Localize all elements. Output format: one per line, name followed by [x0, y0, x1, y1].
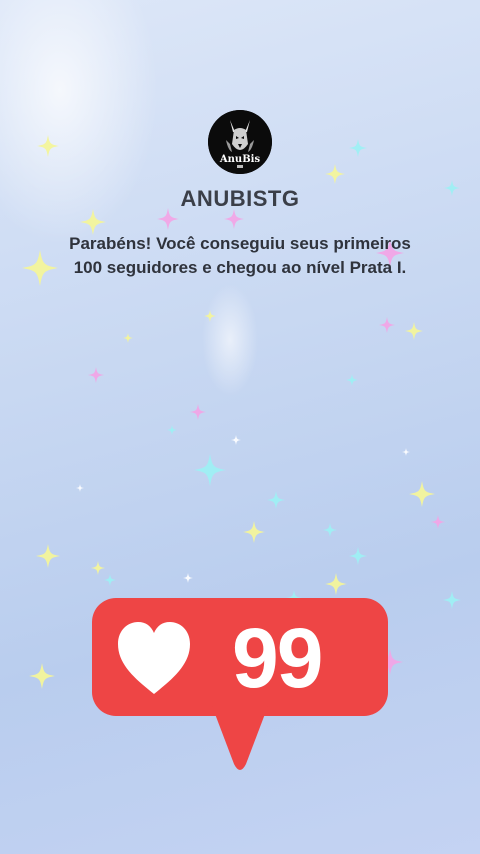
bubble-tail [212, 706, 268, 770]
avatar[interactable]: AnuBis [208, 110, 272, 174]
username: ANUBISTG [180, 186, 300, 211]
level-message: Parabéns! Você conseguiu seus primeiros … [69, 234, 411, 277]
anubis-logo-icon: AnuBis [208, 110, 272, 174]
like-count: 99 [232, 611, 323, 705]
heart-icon [118, 622, 190, 694]
svg-text:AnuBis: AnuBis [219, 154, 261, 165]
sparkle-white [76, 435, 410, 583]
